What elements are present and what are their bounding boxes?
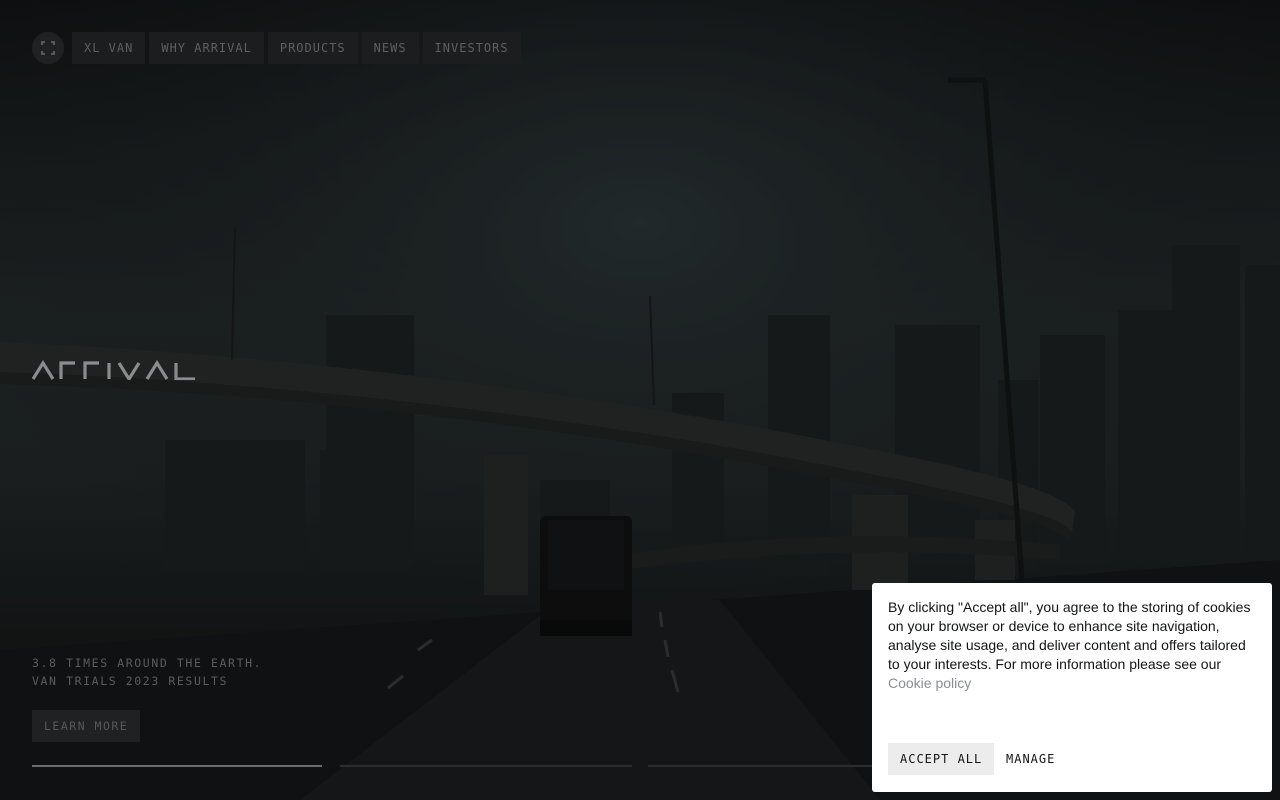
nav-item-news[interactable]: NEWS	[361, 32, 419, 64]
cookie-banner: By clicking "Accept all", you agree to t…	[872, 583, 1272, 792]
nav-item-xl-van[interactable]: XL VAN	[72, 32, 146, 64]
cookie-message: By clicking "Accept all", you agree to t…	[888, 598, 1256, 693]
hero-tagline: 3.8 TIMES AROUND THE EARTH. VAN TRIALS 2…	[32, 654, 262, 690]
arrival-logo[interactable]	[31, 359, 196, 385]
learn-more-button[interactable]: LEARN MORE	[32, 710, 141, 742]
nav-item-products[interactable]: PRODUCTS	[267, 32, 358, 64]
nav-item-investors[interactable]: INVESTORS	[422, 32, 521, 64]
arrival-logo-mark	[31, 359, 195, 383]
hero-tagline-line1: 3.8 TIMES AROUND THE EARTH.	[32, 656, 263, 670]
slide-progress-segment[interactable]	[32, 765, 322, 767]
menu-button[interactable]	[32, 32, 64, 64]
slide-progress-segment[interactable]	[340, 765, 632, 767]
slide-progress-fill	[32, 765, 322, 767]
grid-expand-icon	[41, 41, 55, 55]
nav-item-why-arrival[interactable]: WHY ARRIVAL	[149, 32, 264, 64]
accept-all-button[interactable]: ACCEPT ALL	[888, 743, 995, 775]
cookie-message-text: By clicking "Accept all", you agree to t…	[888, 599, 1251, 672]
manage-cookies-button[interactable]: MANAGE	[1006, 743, 1055, 775]
cookie-policy-link[interactable]: Cookie policy	[888, 675, 971, 691]
hero-tagline-line2: VAN TRIALS 2023 RESULTS	[32, 674, 229, 688]
top-nav: XL VAN WHY ARRIVAL PRODUCTS NEWS INVESTO…	[32, 32, 521, 64]
